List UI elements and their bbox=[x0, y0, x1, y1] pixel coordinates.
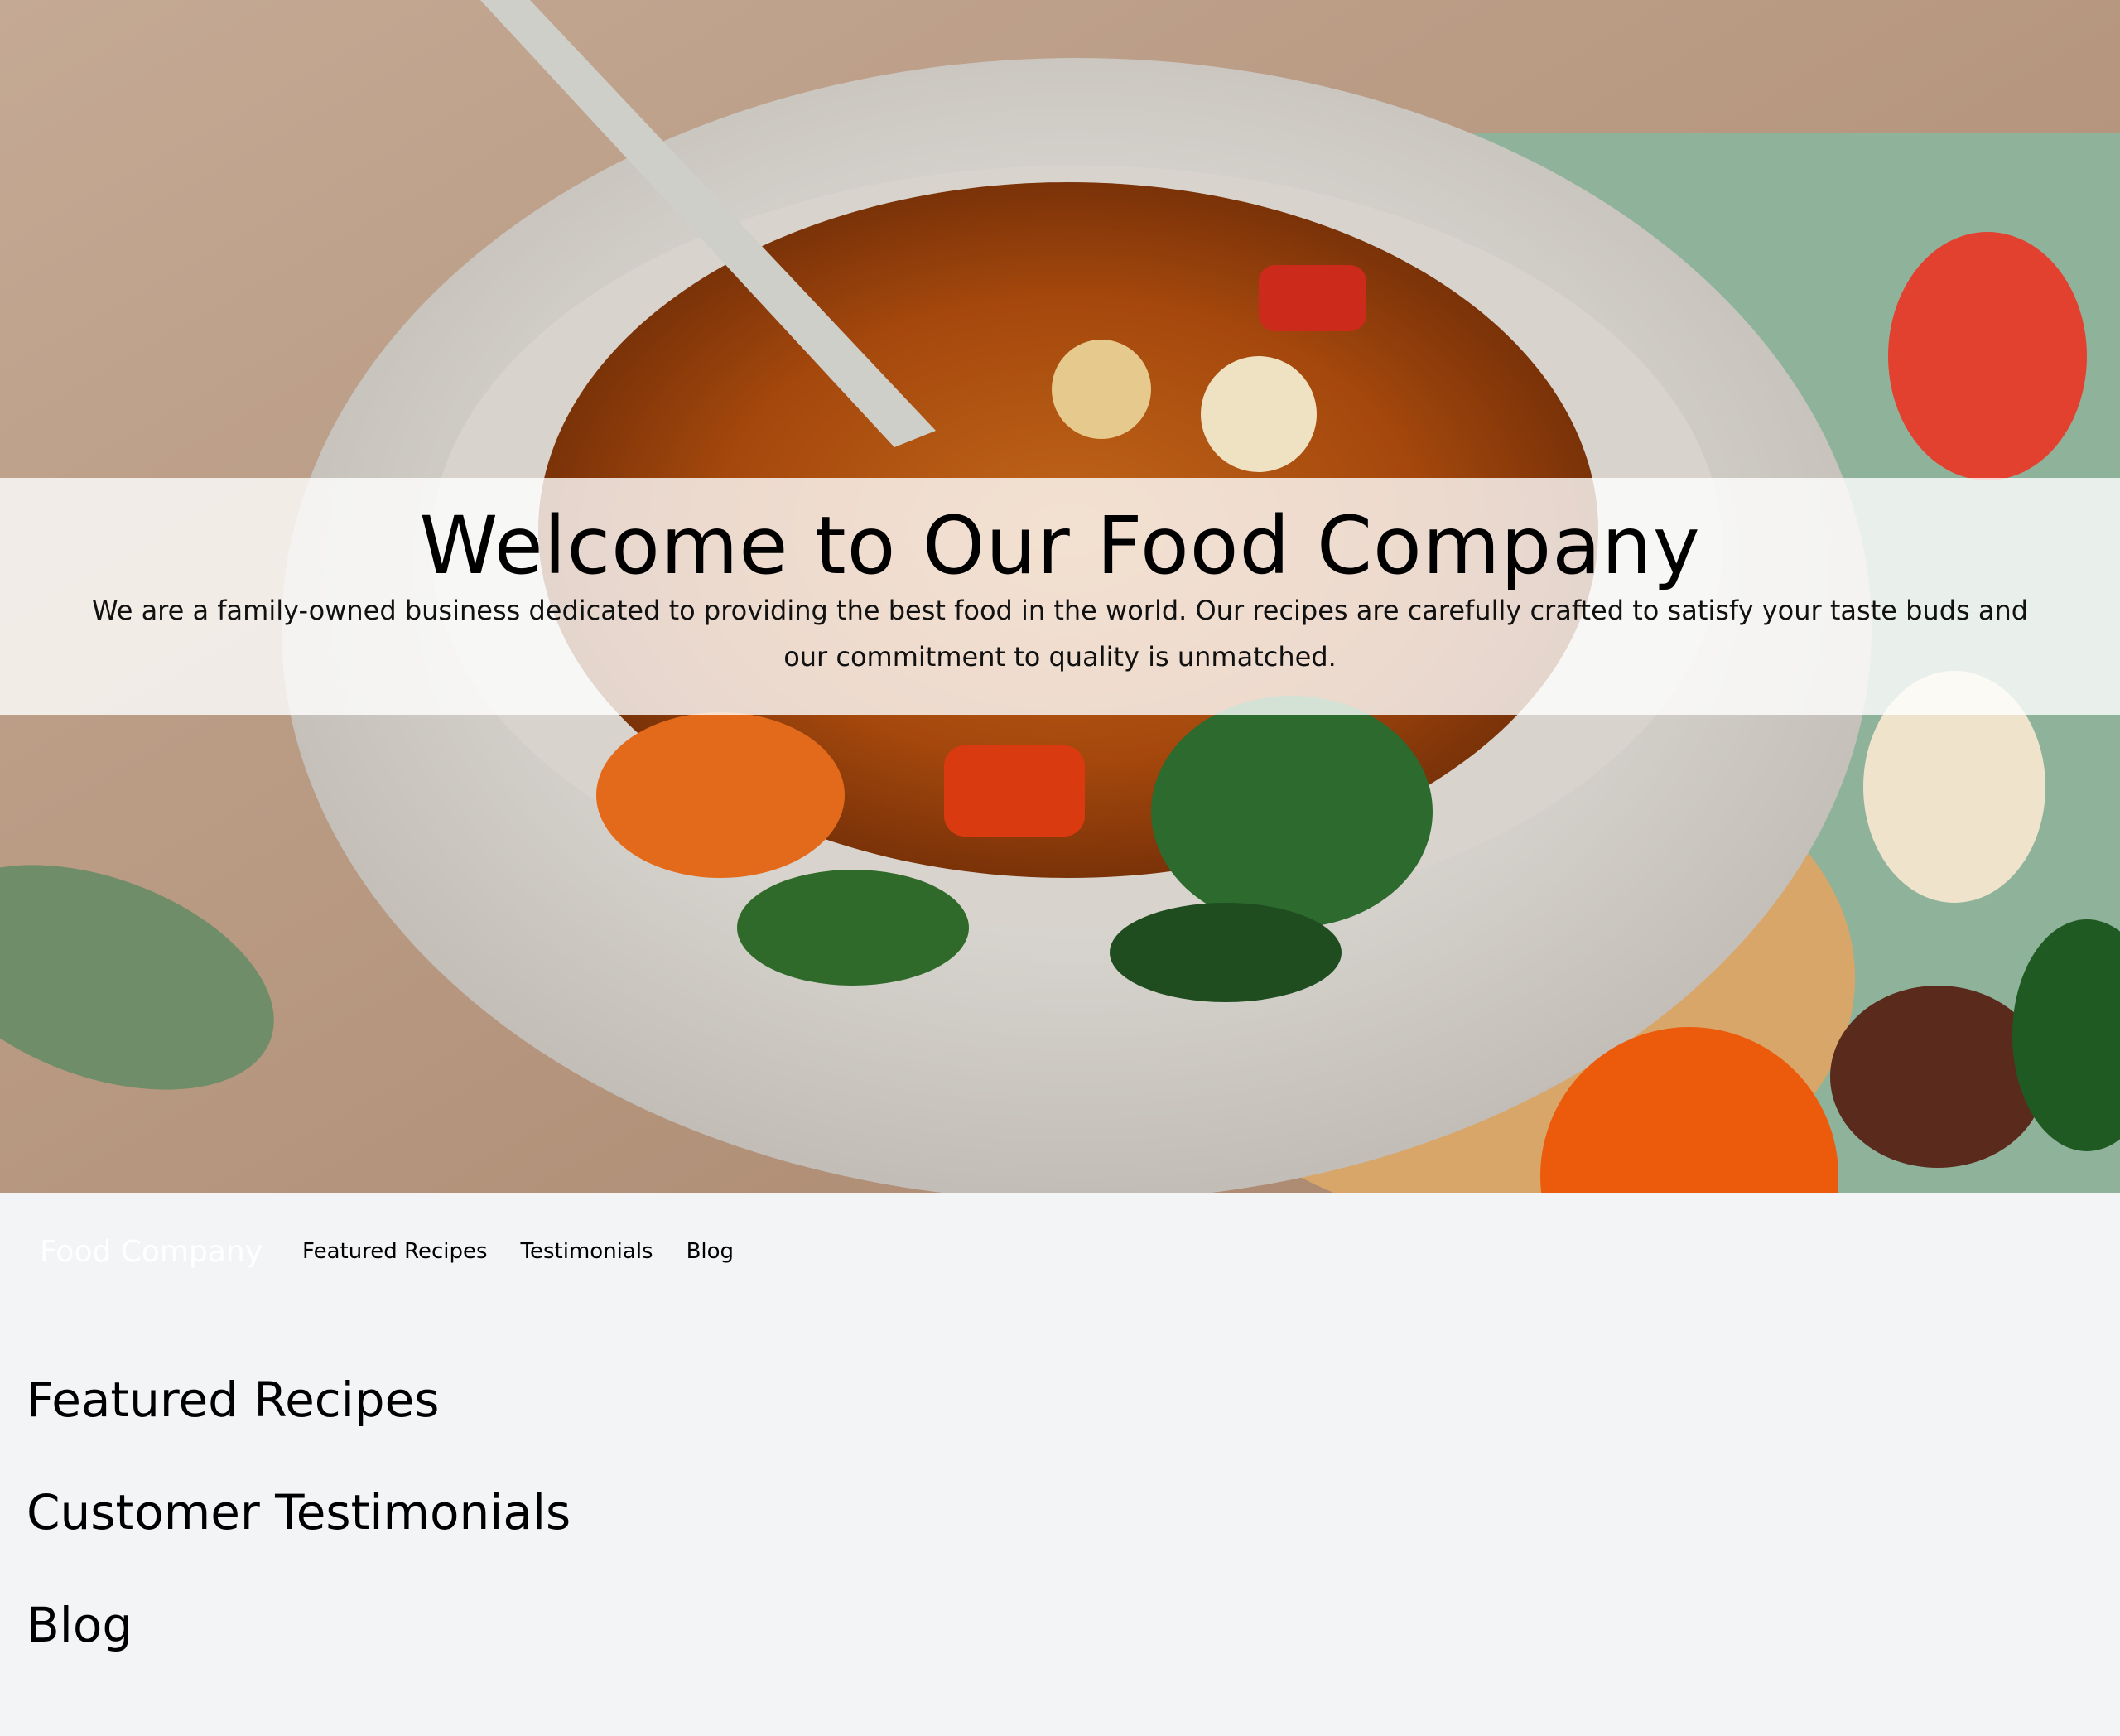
hero-description: We are a family-owned business dedicated… bbox=[91, 595, 2029, 673]
blog-section: Blog bbox=[26, 1592, 571, 1705]
main-nav: Food Company Featured Recipes Testimonia… bbox=[0, 1193, 2120, 1317]
brand-logo-link[interactable]: Food Company bbox=[40, 1235, 263, 1269]
testimonials-section: Customer Testimonials bbox=[26, 1479, 571, 1592]
hero-title: Welcome to Our Food Company bbox=[419, 499, 1701, 592]
hero-overlay: Welcome to Our Food Company We are a fam… bbox=[0, 478, 2120, 715]
featured-recipes-section: Featured Recipes bbox=[26, 1367, 571, 1479]
nav-link-testimonials[interactable]: Testimonials bbox=[521, 1239, 653, 1264]
nav-link-blog[interactable]: Blog bbox=[687, 1239, 734, 1264]
nav-link-featured-recipes[interactable]: Featured Recipes bbox=[302, 1239, 487, 1264]
section-title-blog: Blog bbox=[26, 1597, 133, 1653]
section-title-featured-recipes: Featured Recipes bbox=[26, 1372, 440, 1428]
content-sections: Featured Recipes Customer Testimonials B… bbox=[26, 1367, 571, 1705]
hero-banner: Welcome to Our Food Company We are a fam… bbox=[0, 0, 2120, 1193]
section-title-testimonials: Customer Testimonials bbox=[26, 1484, 571, 1541]
